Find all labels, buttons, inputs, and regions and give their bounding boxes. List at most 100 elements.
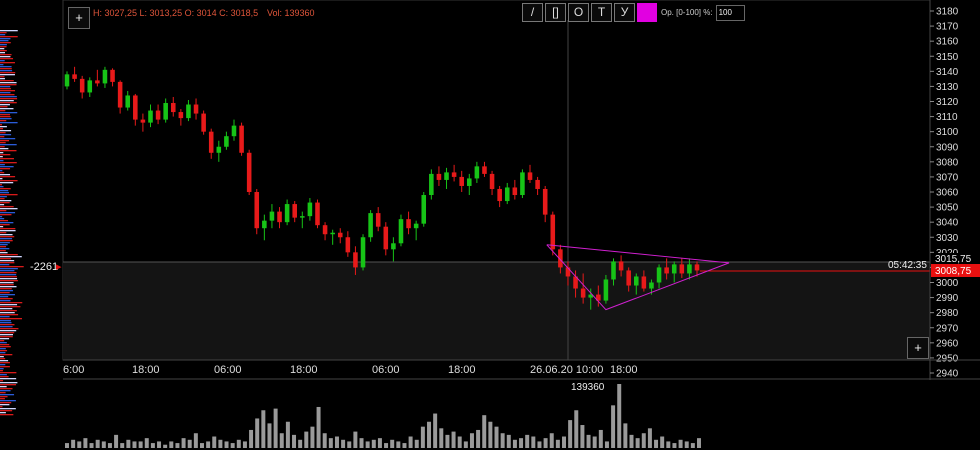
profile-bar <box>0 50 7 52</box>
volume-bar <box>292 434 297 448</box>
profile-value-label: -2261 <box>30 261 58 273</box>
volume-bar <box>697 438 701 448</box>
rectangle-tool-button[interactable]: [] <box>545 3 566 22</box>
profile-bar <box>0 238 13 240</box>
candle-body <box>360 237 366 268</box>
volume-bar <box>519 438 524 448</box>
profile-bar <box>0 172 5 174</box>
volume-bar <box>255 418 260 448</box>
profile-bar <box>0 322 12 324</box>
profile-marker: ▸ <box>56 261 62 273</box>
price-tick-label: 3150 <box>936 52 959 63</box>
profile-bar <box>0 368 4 370</box>
profile-bar <box>0 242 10 244</box>
candle-body <box>125 95 130 108</box>
candle-body <box>489 173 495 189</box>
opacity-input[interactable] <box>715 4 745 21</box>
profile-bar <box>0 198 5 200</box>
profile-bar <box>0 126 7 128</box>
profile-bar <box>0 128 4 130</box>
profile-bar <box>0 164 5 166</box>
profile-bar <box>0 62 15 64</box>
profile-bar <box>0 214 12 216</box>
profile-bar <box>0 410 13 412</box>
candle-body <box>626 270 631 286</box>
profile-bar <box>0 364 6 366</box>
profile-bar <box>0 230 16 232</box>
volume-bar <box>402 443 407 448</box>
volume-bar <box>396 441 401 448</box>
candle-body <box>330 232 335 235</box>
profile-bar <box>0 354 13 356</box>
profile-bar <box>0 106 8 108</box>
add-panel-button[interactable]: + <box>907 337 929 359</box>
volume-bar <box>65 443 69 448</box>
profile-bar <box>0 152 4 154</box>
candle-body <box>634 276 639 286</box>
profile-bar <box>0 266 24 268</box>
volume-bar <box>512 439 517 448</box>
profile-bar <box>0 336 13 338</box>
color-swatch[interactable] <box>637 3 657 22</box>
candle-body <box>497 188 502 202</box>
profile-bar <box>0 232 7 234</box>
candle-body <box>565 267 571 277</box>
volume-bar <box>310 426 315 448</box>
profile-bar <box>0 54 12 56</box>
profile-bar <box>0 110 6 112</box>
candle-body <box>201 113 206 132</box>
price-panel-lower-shade <box>63 262 930 360</box>
price-tick-label: 3110 <box>936 112 958 123</box>
candle-body <box>337 232 343 238</box>
candle-body <box>292 204 297 218</box>
price-tick-label: 3170 <box>936 22 959 33</box>
time-axis[interactable]: 6:00 18:00 06:00 18:00 06:00 18:00 26.06.20 10… <box>63 364 638 376</box>
profile-bar <box>0 64 4 66</box>
add-indicator-button[interactable]: + <box>68 7 90 29</box>
profile-bar <box>0 162 17 164</box>
volume-bar <box>347 441 352 448</box>
profile-bar <box>0 32 7 34</box>
candle-body <box>345 237 351 253</box>
profile-bar <box>0 400 16 402</box>
volume-bar <box>635 438 640 448</box>
volume-bar <box>629 434 634 448</box>
time-axis-label: 18:00 <box>610 364 638 376</box>
triangle-tool-button[interactable]: У <box>614 3 635 22</box>
profile-bar <box>0 190 9 192</box>
candle-body <box>504 187 510 202</box>
price-tick-label: 3050 <box>936 203 959 214</box>
price-tick-label: 2950 <box>936 353 959 364</box>
time-axis-label: 06:00 <box>372 364 400 376</box>
line-tool-button[interactable]: / <box>522 3 543 22</box>
volume-bar <box>684 441 689 448</box>
chart-canvas[interactable]: -2261 ▸ H: 3027,25 L: 3013,25 O: 3014 C:… <box>0 0 980 450</box>
profile-bar <box>0 56 11 58</box>
profile-bar <box>0 326 13 328</box>
volume-bar <box>580 425 585 448</box>
profile-bar <box>0 96 17 98</box>
text-tool-button[interactable]: T <box>591 3 612 22</box>
profile-bar <box>0 340 5 342</box>
volume-bar <box>328 438 333 448</box>
profile-bar <box>0 332 15 334</box>
volume-bar <box>83 438 88 448</box>
volume-bar <box>555 439 560 448</box>
candle-body <box>178 112 184 119</box>
profile-bar <box>0 258 12 260</box>
profile-bar <box>0 42 11 44</box>
candle-body <box>170 103 176 113</box>
volume-bar <box>267 423 272 448</box>
candle-body <box>95 80 100 84</box>
volume-bar <box>285 421 290 448</box>
profile-bar <box>0 134 12 136</box>
ellipse-tool-button[interactable]: O <box>568 3 589 22</box>
price-tick-label: 2940 <box>936 369 959 380</box>
volume-bar <box>261 410 266 448</box>
profile-bar <box>0 112 18 114</box>
volume-bar <box>574 410 579 448</box>
price-tick-label: 3030 <box>936 233 959 244</box>
profile-bar <box>0 386 7 388</box>
volume-bar <box>660 436 665 448</box>
candle-body <box>671 264 677 274</box>
